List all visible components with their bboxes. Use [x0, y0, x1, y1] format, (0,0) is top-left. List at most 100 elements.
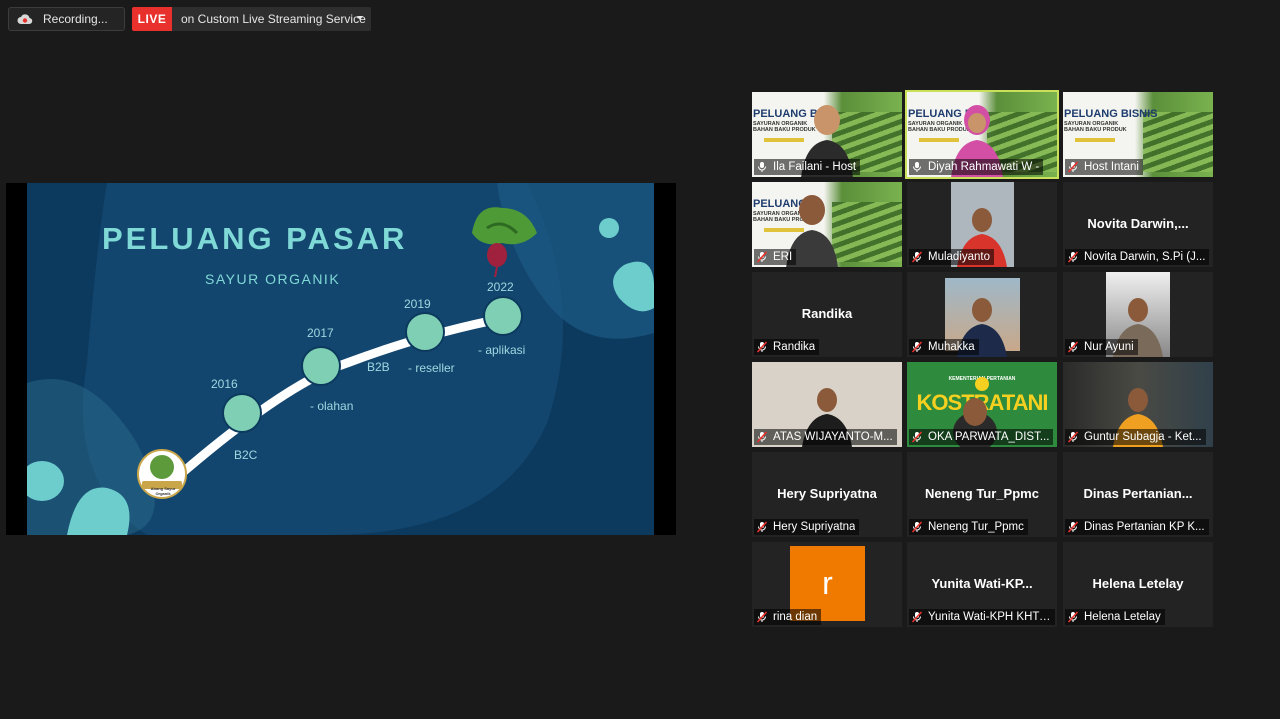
timeline-caption-olahan: - olahan: [310, 399, 354, 413]
participant-name: OKA PARWATA_DIST...: [928, 431, 1050, 443]
participant-tile[interactable]: Dinas Pertanian... Dinas Pertanian KP K..…: [1063, 452, 1213, 537]
participant-name-label: Hery Supriyatna: [754, 519, 860, 535]
muted-mic-icon: [1067, 431, 1079, 443]
participant-name: Novita Darwin, S.Pi (J...: [1084, 251, 1206, 263]
participant-tile[interactable]: KEMENTERIAN PERTANIANKOSTRATANIOKA PARWA…: [907, 362, 1057, 447]
participant-tile[interactable]: ATAS WIJAYANTO-M...: [752, 362, 902, 447]
participant-tile[interactable]: PELUANG BISNIS SAYURAN ORGANIK BAHAN BAKU …: [1063, 92, 1213, 177]
muted-mic-icon: [756, 521, 768, 533]
mic-icon: [756, 161, 768, 173]
participant-name: Host Intani: [1084, 161, 1139, 173]
banner-stripe: [1075, 138, 1115, 142]
timeline-year-2016: 2016: [211, 377, 238, 391]
live-badge: LIVE: [132, 7, 172, 31]
participant-name-label: Muladiyanto: [909, 249, 995, 265]
muted-mic-icon: [911, 611, 923, 623]
participant-tile[interactable]: r rina dian: [752, 542, 902, 627]
timeline-year-2022: 2022: [487, 280, 514, 294]
avatar-letter: r: [822, 565, 833, 601]
muted-mic-icon: [1067, 611, 1079, 623]
mic-icon: [911, 161, 923, 173]
caret-down-icon: [357, 16, 363, 20]
participant-name: Helena Letelay: [1084, 611, 1161, 623]
participant-display-name: Yunita Wati-KP...: [931, 576, 1033, 591]
muted-mic-icon: [911, 341, 923, 353]
participant-display-name: Novita Darwin,...: [1087, 216, 1189, 231]
participant-name-label: Nur Ayuni: [1065, 339, 1138, 355]
shared-screen: PELUANG PASAR SAYUR ORGANIK 2016 B2C 201…: [6, 183, 676, 535]
muted-mic-icon: [1067, 521, 1079, 533]
participant-name: Randika: [773, 341, 816, 353]
participant-tile[interactable]: Novita Darwin,... Novita Darwin, S.Pi (J.…: [1063, 182, 1213, 267]
participant-name: Dinas Pertanian KP K...: [1084, 521, 1205, 533]
cloud-record-icon: [17, 13, 33, 25]
muted-mic-icon: [911, 431, 923, 443]
participant-tile[interactable]: Guntur Subagja - Ket...: [1063, 362, 1213, 447]
participant-name-label: Muhakka: [909, 339, 979, 355]
timeline-caption-b2c: B2C: [234, 448, 258, 462]
participant-name: Ila Failani - Host: [773, 161, 857, 173]
participant-name: Yunita Wati-KPH KHTi...: [928, 611, 1051, 623]
banner-title: PELUANG BISNIS: [1064, 108, 1158, 120]
participant-name: ATAS WIJAYANTO-M...: [773, 431, 893, 443]
participant-name-label: Novita Darwin, S.Pi (J...: [1065, 249, 1210, 265]
participant-name: ERI: [773, 251, 793, 263]
participant-name-label: Diyah Rahmawati W -: [909, 159, 1044, 175]
participant-tile[interactable]: PELUANG B SAYURAN ORGANIK BAHAN BAKU PRODU…: [752, 92, 902, 177]
muted-mic-icon: [756, 431, 768, 443]
participant-display-name: Helena Letelay: [1092, 576, 1184, 591]
participant-name: Muladiyanto: [928, 251, 991, 263]
muted-mic-icon: [1067, 161, 1079, 173]
participant-display-name: Hery Supriyatna: [777, 486, 877, 501]
participant-display-name: Dinas Pertanian...: [1083, 486, 1193, 501]
banner-subtitle: SAYURAN ORGANIK BAHAN BAKU PRODUK: [1064, 121, 1127, 133]
live-stream-dropdown[interactable]: on Custom Live Streaming Service: [172, 7, 371, 31]
participant-name-label: Randika: [754, 339, 820, 355]
participant-name-label: rina dian: [754, 609, 822, 625]
participant-tile[interactable]: PELUANG B SAYURAN ORGANIK BAHAN BAKU PRODU…: [752, 182, 902, 267]
participant-name-label: ERI: [754, 249, 797, 265]
muted-mic-icon: [911, 521, 923, 533]
participant-tile[interactable]: Nur Ayuni: [1063, 272, 1213, 357]
slide-subtitle: SAYUR ORGANIK: [205, 271, 341, 287]
timeline-caption-b2b: B2B: [367, 360, 390, 374]
presentation-slide: PELUANG PASAR SAYUR ORGANIK 2016 B2C 201…: [27, 183, 654, 535]
participant-display-name: Randika: [801, 306, 853, 321]
recording-label: Recording...: [43, 12, 108, 26]
participant-name-label: Helena Letelay: [1065, 609, 1165, 625]
participant-name: Diyah Rahmawati W -: [928, 161, 1040, 173]
participant-tile[interactable]: PELUANG B SAYURAN ORGANIK BAHAN BAKU PRODU…: [905, 90, 1059, 179]
timeline-year-2017: 2017: [307, 326, 334, 340]
participant-name: Muhakka: [928, 341, 975, 353]
participant-name-label: Guntur Subagja - Ket...: [1065, 429, 1206, 445]
timeline-caption-reseller: - reseller: [408, 361, 455, 375]
participant-tile[interactable]: Neneng Tur_Ppmc Neneng Tur_Ppmc: [907, 452, 1057, 537]
participant-name-label: ATAS WIJAYANTO-M...: [754, 429, 897, 445]
muted-mic-icon: [1067, 251, 1079, 263]
muted-mic-icon: [911, 251, 923, 263]
participant-name-label: Neneng Tur_Ppmc: [909, 519, 1028, 535]
participant-name-label: Dinas Pertanian KP K...: [1065, 519, 1209, 535]
participant-tile[interactable]: Randika Randika: [752, 272, 902, 357]
slide-title: PELUANG PASAR: [102, 221, 408, 256]
muted-mic-icon: [1067, 341, 1079, 353]
muted-mic-icon: [756, 611, 768, 623]
participant-name-label: OKA PARWATA_DIST...: [909, 429, 1054, 445]
stream-service-label: on Custom Live Streaming Service: [181, 12, 366, 26]
participant-tile[interactable]: Helena Letelay Helena Letelay: [1063, 542, 1213, 627]
participant-name-label: Yunita Wati-KPH KHTi...: [909, 609, 1055, 625]
muted-mic-icon: [756, 341, 768, 353]
participant-name: Neneng Tur_Ppmc: [928, 521, 1024, 533]
recording-indicator[interactable]: Recording...: [8, 7, 125, 31]
participant-tile[interactable]: Muladiyanto: [907, 182, 1057, 267]
timeline-year-2019: 2019: [404, 297, 431, 311]
participant-name: Hery Supriyatna: [773, 521, 856, 533]
participant-display-name: Neneng Tur_Ppmc: [925, 486, 1039, 501]
participant-name: rina dian: [773, 611, 818, 623]
participant-tile[interactable]: Yunita Wati-KP... Yunita Wati-KPH KHTi...: [907, 542, 1057, 627]
participant-tile[interactable]: Hery Supriyatna Hery Supriyatna: [752, 452, 902, 537]
participant-tile[interactable]: Muhakka: [907, 272, 1057, 357]
muted-mic-icon: [756, 251, 768, 263]
logo-text: Abang Sayur Organik: [150, 486, 176, 496]
participant-name: Guntur Subagja - Ket...: [1084, 431, 1202, 443]
